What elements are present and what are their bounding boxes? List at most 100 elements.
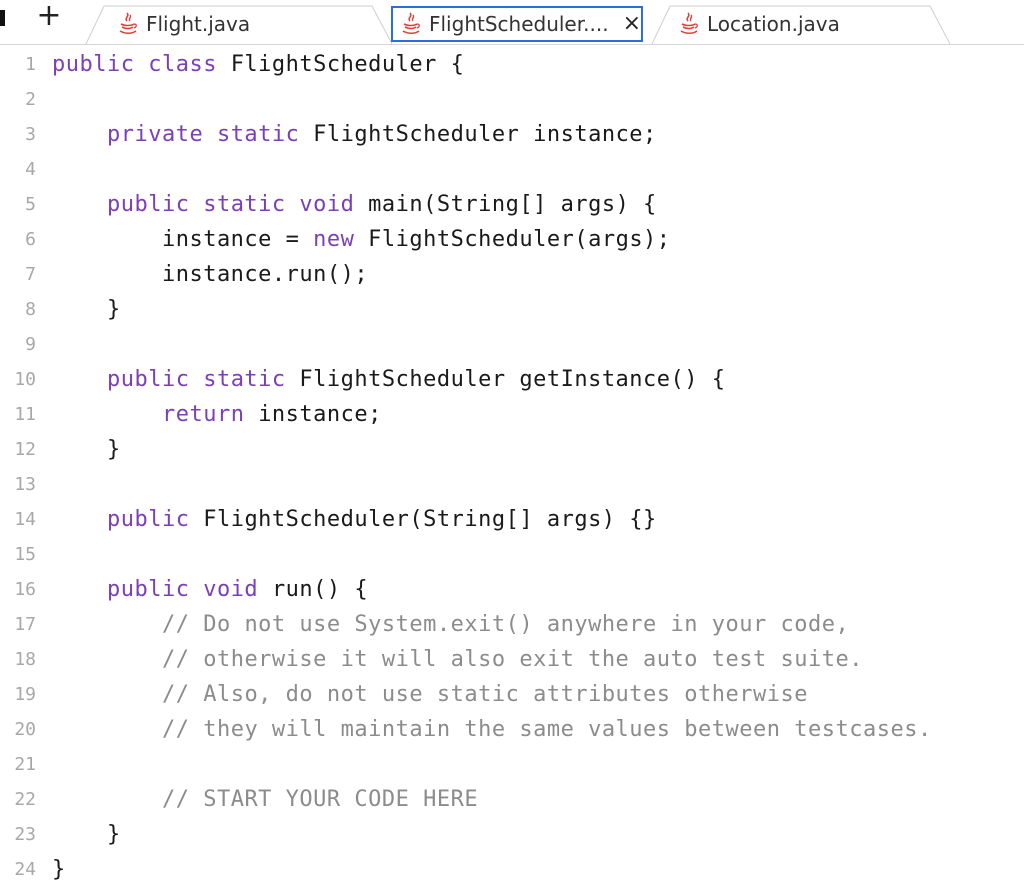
tab-label: Flight.java bbox=[146, 12, 251, 36]
code-token: } bbox=[52, 297, 121, 322]
code-line[interactable]: 8 } bbox=[0, 292, 1024, 327]
code-line[interactable]: 19 // Also, do not use static attributes… bbox=[0, 677, 1024, 712]
comment-token: // they will maintain the same values be… bbox=[161, 717, 932, 742]
comment-token: // START YOUR CODE HERE bbox=[161, 787, 479, 812]
line-number: 22 bbox=[14, 789, 36, 810]
line-number: 16 bbox=[14, 579, 36, 600]
line-number: 8 bbox=[25, 299, 36, 320]
code-text: public void run() { bbox=[52, 577, 368, 602]
line-number: 20 bbox=[14, 719, 36, 740]
keyword-token: private static bbox=[106, 122, 314, 147]
code-text: // otherwise it will also exit the auto … bbox=[52, 647, 863, 672]
line-number: 6 bbox=[25, 229, 36, 250]
line-number: 1 bbox=[25, 54, 36, 75]
code-text: // they will maintain the same values be… bbox=[52, 717, 932, 742]
line-number: 17 bbox=[14, 614, 36, 635]
code-line[interactable]: 11 return instance; bbox=[0, 397, 1024, 432]
code-text: public static void main(String[] args) { bbox=[52, 192, 657, 217]
line-number: 12 bbox=[14, 439, 36, 460]
code-line[interactable]: 18 // otherwise it will also exit the au… bbox=[0, 642, 1024, 677]
code-line[interactable]: 10 public static FlightScheduler getInst… bbox=[0, 362, 1024, 397]
code-text: public class FlightScheduler { bbox=[52, 52, 464, 77]
line-number: 7 bbox=[25, 264, 36, 285]
code-token: FlightScheduler(String[] args) {} bbox=[203, 507, 657, 532]
new-tab-button[interactable]: + bbox=[36, 1, 62, 31]
line-number: 15 bbox=[14, 544, 36, 565]
code-line[interactable]: 5 public static void main(String[] args)… bbox=[0, 187, 1024, 222]
code-text: } bbox=[52, 857, 66, 882]
code-token: FlightScheduler getInstance() { bbox=[299, 367, 726, 392]
code-token: instance = bbox=[52, 227, 314, 252]
tab-flightscheduler-java[interactable]: FlightScheduler.... × bbox=[391, 6, 643, 42]
code-text: // Do not use System.exit() anywhere in … bbox=[52, 612, 849, 637]
comment-token: // Do not use System.exit() anywhere in … bbox=[161, 612, 850, 637]
code-line[interactable]: 24} bbox=[0, 852, 1024, 887]
line-number: 14 bbox=[14, 509, 36, 530]
sidebar-edge-marker bbox=[0, 10, 5, 26]
code-text: } bbox=[52, 437, 121, 462]
code-line[interactable]: 17 // Do not use System.exit() anywhere … bbox=[0, 607, 1024, 642]
code-line[interactable]: 20 // they will maintain the same values… bbox=[0, 712, 1024, 747]
code-token: FlightScheduler instance; bbox=[313, 122, 657, 147]
code-text: instance.run(); bbox=[52, 262, 368, 287]
code-token: instance.run(); bbox=[52, 262, 369, 287]
code-line[interactable]: 21 bbox=[0, 747, 1024, 782]
code-line[interactable]: 16 public void run() { bbox=[0, 572, 1024, 607]
code-editor[interactable]: 1 public class FlightScheduler {2 3 privat… bbox=[0, 46, 1024, 893]
line-number: 11 bbox=[14, 404, 36, 425]
line-number: 21 bbox=[14, 754, 36, 775]
code-line[interactable]: 6 instance = new FlightScheduler(args); bbox=[0, 222, 1024, 257]
code-token: run() { bbox=[271, 577, 369, 602]
keyword-token: public void bbox=[106, 577, 272, 602]
code-line[interactable]: 7 instance.run(); bbox=[0, 257, 1024, 292]
code-line[interactable]: 22 // START YOUR CODE HERE bbox=[0, 782, 1024, 817]
code-text: public static FlightScheduler getInstanc… bbox=[52, 367, 726, 392]
tab-bar: + Flight.java FlightScheduler.... × Loca… bbox=[0, 0, 1024, 46]
code-text: // Also, do not use static attributes ot… bbox=[52, 682, 808, 707]
code-text: } bbox=[52, 297, 121, 322]
close-tab-icon[interactable]: × bbox=[623, 13, 641, 35]
tab-flight-java[interactable]: Flight.java bbox=[118, 6, 250, 42]
tab-location-java[interactable]: Location.java bbox=[679, 6, 840, 42]
code-line[interactable]: 4 bbox=[0, 152, 1024, 187]
code-line[interactable]: 12 } bbox=[0, 432, 1024, 467]
code-text: instance = new FlightScheduler(args); bbox=[52, 227, 671, 252]
code-token: } bbox=[52, 857, 66, 882]
java-icon bbox=[679, 12, 699, 36]
line-number: 24 bbox=[14, 859, 36, 880]
line-number: 5 bbox=[25, 194, 36, 215]
tab-label: FlightScheduler.... bbox=[429, 12, 609, 36]
code-token: FlightScheduler(args); bbox=[368, 227, 671, 252]
java-icon bbox=[118, 12, 138, 36]
keyword-token: return bbox=[161, 402, 259, 427]
keyword-token: public static void bbox=[106, 192, 369, 217]
code-token: } bbox=[52, 822, 121, 847]
code-line[interactable]: 3 private static FlightScheduler instanc… bbox=[0, 117, 1024, 152]
line-number: 9 bbox=[25, 334, 36, 355]
tab-label: Location.java bbox=[707, 12, 840, 36]
code-line[interactable]: 1 public class FlightScheduler { bbox=[0, 47, 1024, 82]
line-number: 2 bbox=[25, 89, 36, 110]
code-line[interactable]: 15 bbox=[0, 537, 1024, 572]
code-line[interactable]: 23 } bbox=[0, 817, 1024, 852]
code-line[interactable]: 14 public FlightScheduler(String[] args)… bbox=[0, 502, 1024, 537]
code-line[interactable]: 13 bbox=[0, 467, 1024, 502]
code-line[interactable]: 9 bbox=[0, 327, 1024, 362]
line-number: 23 bbox=[14, 824, 36, 845]
line-number: 10 bbox=[14, 369, 36, 390]
line-number: 19 bbox=[14, 684, 36, 705]
tab-bar-divider bbox=[0, 44, 1024, 45]
code-line[interactable]: 2 bbox=[0, 82, 1024, 117]
keyword-token: public static bbox=[106, 367, 300, 392]
